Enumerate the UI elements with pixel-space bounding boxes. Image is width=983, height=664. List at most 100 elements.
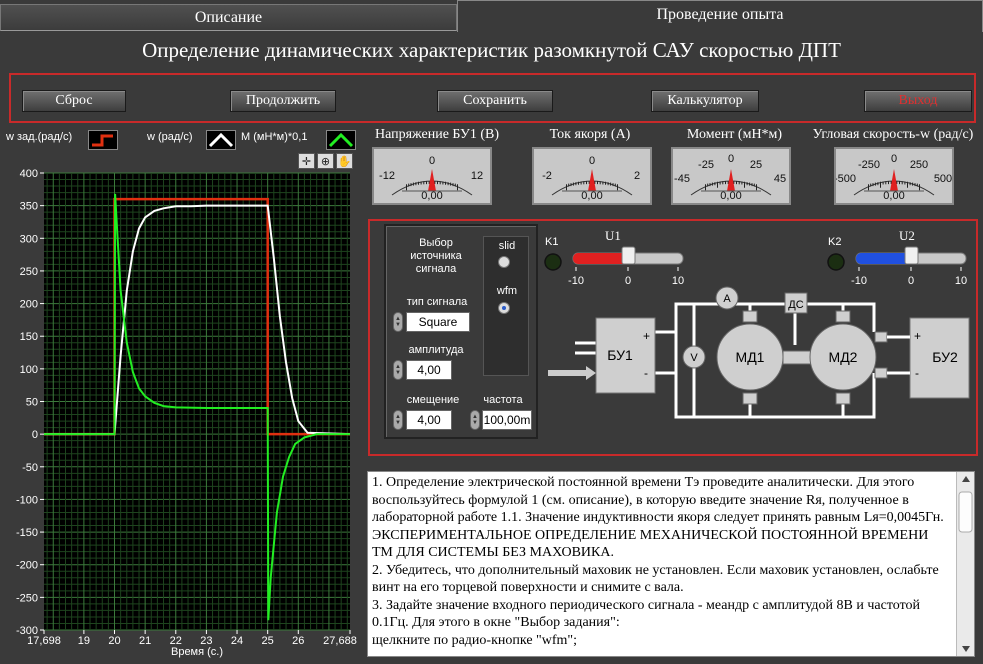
bu2-minus: - [915, 366, 919, 380]
u2-tick-label: 10 [955, 275, 967, 287]
bu1-label: БУ1 [607, 347, 633, 363]
x-tick-label: 24 [231, 635, 243, 647]
meter-tick-label: -250 [858, 159, 880, 171]
instruction-paragraph: ЭКСПЕРИМЕНТАЛЬНОЕ ОПРЕДЕЛЕНИЕ МЕХАНИЧЕСК… [372, 527, 929, 561]
x-tick-label: 21 [139, 635, 151, 647]
y-tick-label: -100 [16, 494, 38, 506]
u1-slider-thumb [621, 246, 636, 265]
y-tick-label: -150 [16, 527, 38, 539]
analog-meter: -12 0 12 0,00 [372, 147, 492, 205]
y-tick-label: -200 [16, 560, 38, 572]
meter-needle [428, 169, 436, 191]
u1-tick-label: 10 [672, 275, 684, 287]
scroll-down-icon [962, 646, 970, 652]
meter-tick-label: 0 [891, 153, 897, 165]
offset-spinner[interactable]: ▲ ▼ [393, 410, 403, 430]
meter-tick-label: 45 [774, 173, 786, 185]
legend-moment-swatch[interactable] [326, 130, 356, 150]
bu1-minus: - [644, 366, 648, 380]
y-axis-ticks: 400 350 300 250 200 150 100 50 0 -50 -100 -150 -200 -… [16, 168, 44, 637]
calculator-button[interactable]: Калькулятор [651, 90, 759, 112]
meter-tick-label: 0 [589, 155, 595, 167]
signal-type-field[interactable]: Square [406, 312, 470, 332]
x-tick-label: 27,688 [323, 635, 357, 647]
meter-tick-label: -45 [674, 173, 690, 185]
legend-setpoint-swatch[interactable] [88, 130, 118, 150]
analog-meter: -45 -25 0 25 45 0,00 [671, 147, 791, 205]
legend-moment-label: М (мН*м)*0,1 [241, 131, 308, 143]
ammeter-label: A [723, 293, 731, 305]
meter-tick-label: 0 [728, 153, 734, 165]
u2-slider-thumb [904, 246, 919, 265]
k2-label: K2 [828, 236, 841, 248]
meter-tick-label: -500 [836, 173, 856, 185]
wfm-radio[interactable] [498, 302, 510, 314]
meter-label: Напряжение БУ1 (В) [374, 127, 500, 142]
u1-ticks: -10 0 10 [568, 267, 684, 287]
u2-slider-fill [856, 253, 911, 264]
legend-speed-label: w (рад/с) [147, 131, 193, 143]
input-arrow-icon [548, 366, 596, 380]
meter-needle [588, 169, 596, 191]
meter-tick-label: 25 [750, 159, 762, 171]
u1-slider-fill [573, 253, 628, 264]
continue-button[interactable]: Продолжить [230, 90, 336, 112]
u1-tick-label: -10 [568, 275, 584, 287]
u1-tick-label: 0 [625, 275, 631, 287]
meter-value: 0,00 [581, 190, 602, 202]
amplitude-field[interactable]: 4,00 [406, 360, 452, 380]
k2-indicator [827, 253, 845, 271]
page-title: Определение динамических характеристик р… [142, 38, 841, 62]
offset-field[interactable]: 4,00 [406, 410, 452, 430]
meter-tick-label: 2 [634, 170, 640, 182]
legend-speed-swatch[interactable] [206, 130, 236, 150]
bu2-plus: + [914, 329, 921, 343]
circuit-diagram: K1 U1 -10 0 10 K2 U2 -10 0 10 БУ1 + - A … [544, 228, 970, 419]
reset-button[interactable]: Сброс [22, 90, 126, 112]
slid-label: slid [498, 240, 516, 252]
frequency-field[interactable]: 100,00m [482, 410, 532, 430]
meter-label: Ток якоря (А) [549, 127, 631, 142]
instruction-paragraph: 2. Убедитесь, что дополнительный маховик… [372, 562, 939, 596]
u2-ticks: -10 0 10 [851, 267, 967, 287]
slid-radio[interactable] [498, 256, 510, 268]
instructions-box[interactable]: 1. Определение электрической постоянной … [367, 471, 975, 657]
amplitude-spinner[interactable]: ▲ ▼ [393, 360, 403, 380]
meter-needle [890, 169, 898, 191]
meter-value: 0,00 [421, 190, 442, 202]
meter-tick-label: 500 [934, 173, 952, 185]
u2-tick-label: -10 [851, 275, 867, 287]
save-button[interactable]: Сохранить [437, 90, 553, 112]
amplitude-label: амплитуда [408, 344, 464, 356]
signal-type-spinner[interactable]: ▲ ▼ [393, 312, 403, 332]
y-tick-label: 150 [20, 331, 38, 343]
u1-label: U1 [605, 228, 621, 243]
x-tick-label: 25 [262, 635, 274, 647]
meter-needle [727, 169, 735, 191]
instructions-text: 1. Определение электрической постоянной … [372, 474, 952, 656]
x-tick-label: 17,698 [27, 635, 61, 647]
y-tick-label: 300 [20, 233, 38, 245]
md1-label: МД1 [736, 349, 765, 365]
x-tick-label: 20 [108, 635, 120, 647]
frequency-spinner[interactable]: ▲ ▼ [470, 410, 480, 430]
meter-value: 0,00 [720, 190, 741, 202]
instruction-paragraph: 3. Задайте значение входного периодическ… [372, 597, 921, 631]
legend-setpoint-label: w зад.(рад/с) [6, 131, 73, 143]
y-tick-label: 400 [20, 168, 38, 180]
analog-meter: -2 0 2 0,00 [532, 147, 652, 205]
signal-type-label: тип сигнала [406, 296, 468, 308]
response-chart[interactable]: 400 350 300 250 200 150 100 50 0 -50 -100 -150 -200 -… [0, 165, 362, 664]
tab-description[interactable]: Описание [0, 4, 457, 31]
scroll-up-icon [962, 476, 970, 482]
k1-label: K1 [545, 236, 558, 248]
k1-indicator [544, 253, 562, 271]
tab-experiment[interactable]: Проведение опыта [457, 0, 983, 32]
exit-button[interactable]: Выход [864, 90, 972, 112]
wfm-label: wfm [496, 285, 518, 297]
scroll-thumb [958, 491, 973, 533]
instructions-scrollbar[interactable] [956, 472, 974, 656]
bu2-label: БУ2 [932, 349, 958, 365]
x-axis-ticks: 17,698 19 20 21 22 23 24 25 26 27,688 [27, 630, 357, 647]
y-tick-label: 100 [20, 364, 38, 376]
